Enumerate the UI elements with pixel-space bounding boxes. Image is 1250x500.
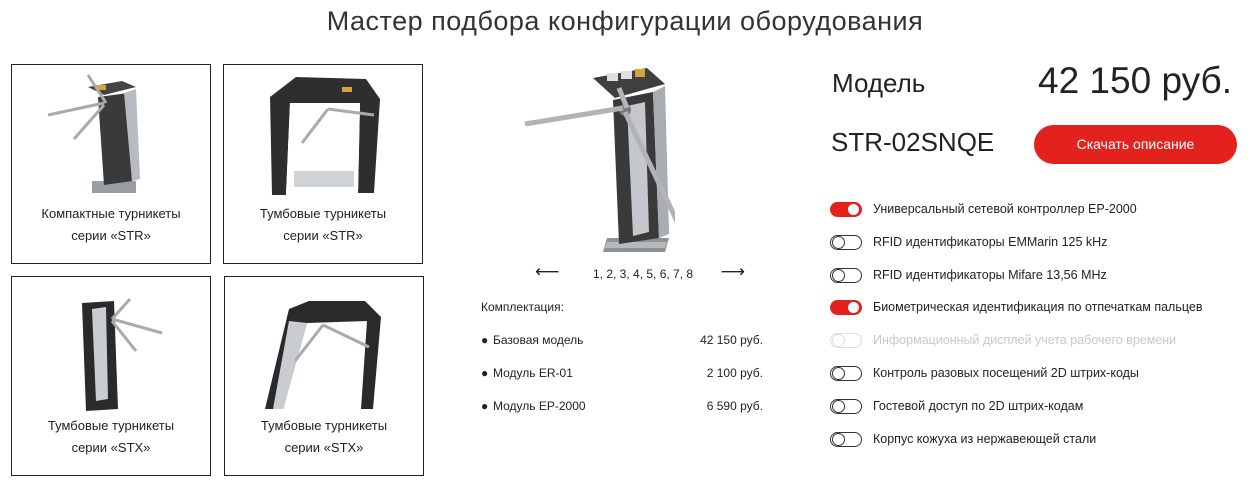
turnstile-stx-cabinet-image — [82, 297, 163, 411]
toggle-switch[interactable] — [830, 235, 862, 250]
option-label: Контроль разовых посещений 2D штрих-коды — [873, 366, 1139, 380]
toggle-knob — [832, 400, 845, 413]
toggle-switch[interactable] — [830, 202, 862, 217]
model-label: Модель — [832, 68, 926, 98]
bullet-icon: ● — [481, 333, 489, 347]
turnstile-str-compact-image — [47, 74, 140, 193]
toggle-knob — [832, 433, 845, 446]
gallery-next-arrow-icon[interactable]: ⟶ — [721, 262, 745, 282]
kit-item-name: Базовая модель — [493, 333, 584, 347]
model-code: STR-02SNQE — [831, 127, 995, 157]
kit-item-module-er01: ● Модуль ER-01 2 100 руб. — [481, 366, 763, 382]
catalog-card-caption: Тумбовые турникеты серии «STR» — [259, 206, 387, 243]
kit-item-price: 42 150 руб. — [700, 333, 763, 347]
toggle-switch[interactable] — [830, 300, 862, 315]
kit-item-price: 2 100 руб. — [706, 366, 763, 380]
option-label: RFID идентификаторы EMMarin 125 kHz — [873, 235, 1108, 249]
gallery-pages[interactable]: 1, 2, 3, 4, 5, 6, 7, 8 — [593, 267, 693, 281]
option-label: RFID идентификаторы Mifare 13,56 MHz — [873, 268, 1107, 282]
catalog-card-caption: Тумбовые турникеты серии «STX» — [260, 418, 388, 455]
total-price: 42 150 руб. — [1038, 60, 1232, 101]
toggle-switch — [830, 333, 862, 348]
toggle-switch[interactable] — [830, 399, 862, 414]
catalog-card-caption: Тумбовые турникеты серии «STX» — [47, 418, 175, 455]
option-label: Информационный дисплей учета рабочего вр… — [873, 333, 1177, 347]
kit-item-name: Модуль EP-2000 — [493, 399, 586, 413]
toggle-knob — [847, 301, 860, 314]
option-label: Гостевой доступ по 2D штрих-кодам — [873, 399, 1084, 413]
catalog-card-str-compact[interactable]: Компактные турникеты серии «STR» — [11, 64, 211, 264]
option-label: Универсальный сетевой контроллер EP-2000 — [873, 202, 1137, 216]
kit-item-name: Модуль ER-01 — [493, 366, 573, 380]
turnstile-stx-cabinet-alt-image — [265, 301, 381, 409]
kit-item-module-ep2000: ● Модуль EP-2000 6 590 руб. — [481, 399, 763, 415]
download-description-button[interactable]: Скачать описание — [1034, 125, 1237, 164]
toggle-switch[interactable] — [830, 268, 862, 283]
gallery-navigation: ⟵ 1, 2, 3, 4, 5, 6, 7, 8 ⟶ — [535, 262, 745, 286]
toggle-knob — [832, 269, 845, 282]
catalog-card-stx-cabinet[interactable]: Тумбовые турникеты серии «STX» — [11, 276, 211, 476]
toggle-knob — [847, 203, 860, 216]
toggle-switch[interactable] — [830, 366, 862, 381]
page-title: Мастер подбора конфигурации оборудования — [326, 6, 924, 36]
toggle-knob — [832, 334, 845, 347]
catalog-card-stx-cabinet-alt[interactable]: Тумбовые турникеты серии «STX» — [224, 276, 424, 476]
turnstile-str-cabinet-image — [270, 77, 380, 195]
toggle-knob — [832, 367, 845, 380]
option-label: Биометрическая идентификация по отпечатк… — [873, 300, 1203, 314]
option-label: Корпус кожуха из нержавеющей стали — [873, 432, 1097, 446]
kit-item-base-model: ● Базовая модель 42 150 руб. — [481, 333, 763, 349]
toggle-switch[interactable] — [830, 432, 862, 447]
catalog-card-str-cabinet[interactable]: Тумбовые турникеты серии «STR» — [223, 64, 423, 264]
gallery-prev-arrow-icon[interactable]: ⟵ — [535, 262, 559, 282]
kit-item-price: 6 590 руб. — [706, 399, 763, 413]
toggle-knob — [832, 236, 845, 249]
bullet-icon: ● — [481, 366, 489, 380]
product-main-image — [524, 68, 675, 252]
catalog-card-caption: Компактные турникеты серии «STR» — [41, 206, 181, 243]
bullet-icon: ● — [481, 399, 489, 413]
kit-title: Комплектация: — [481, 300, 564, 314]
